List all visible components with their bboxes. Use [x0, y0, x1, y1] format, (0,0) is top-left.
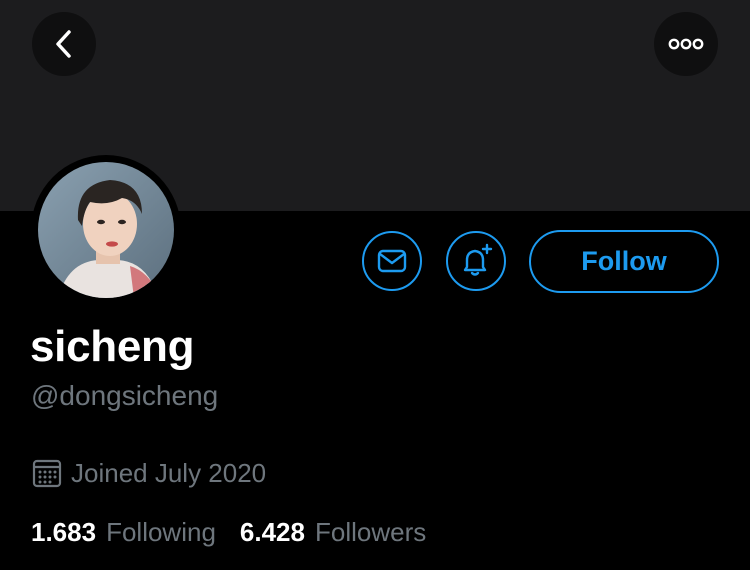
avatar-frame — [31, 155, 181, 305]
following-count: 1.683 — [31, 517, 97, 547]
display-name: sicheng — [30, 322, 195, 371]
back-button[interactable] — [32, 12, 96, 76]
followers-count: 6.428 — [239, 517, 305, 547]
envelope-icon — [377, 249, 407, 273]
followers-link[interactable]: 6.428 Followers — [240, 515, 426, 549]
follow-button[interactable]: Follow — [529, 230, 719, 293]
message-button[interactable] — [362, 231, 422, 291]
followers-label: Followers — [314, 517, 427, 547]
avatar[interactable] — [38, 162, 174, 298]
chevron-left-icon — [56, 30, 71, 58]
following-link[interactable]: 1.683 Following — [31, 515, 216, 549]
bell-plus-icon — [463, 243, 493, 276]
more-options-button[interactable] — [654, 12, 718, 76]
calendar-icon — [31, 458, 62, 489]
following-label: Following — [106, 517, 216, 547]
joined-text: Joined July 2020 — [71, 458, 267, 488]
profile-handle: @dongsicheng — [31, 380, 219, 411]
more-dots-icon — [668, 38, 704, 50]
joined-date: Joined July 2020 — [31, 456, 266, 490]
profile-stats: 1.683 Following 6.428 Followers — [31, 515, 426, 549]
notifications-button[interactable] — [446, 231, 506, 291]
